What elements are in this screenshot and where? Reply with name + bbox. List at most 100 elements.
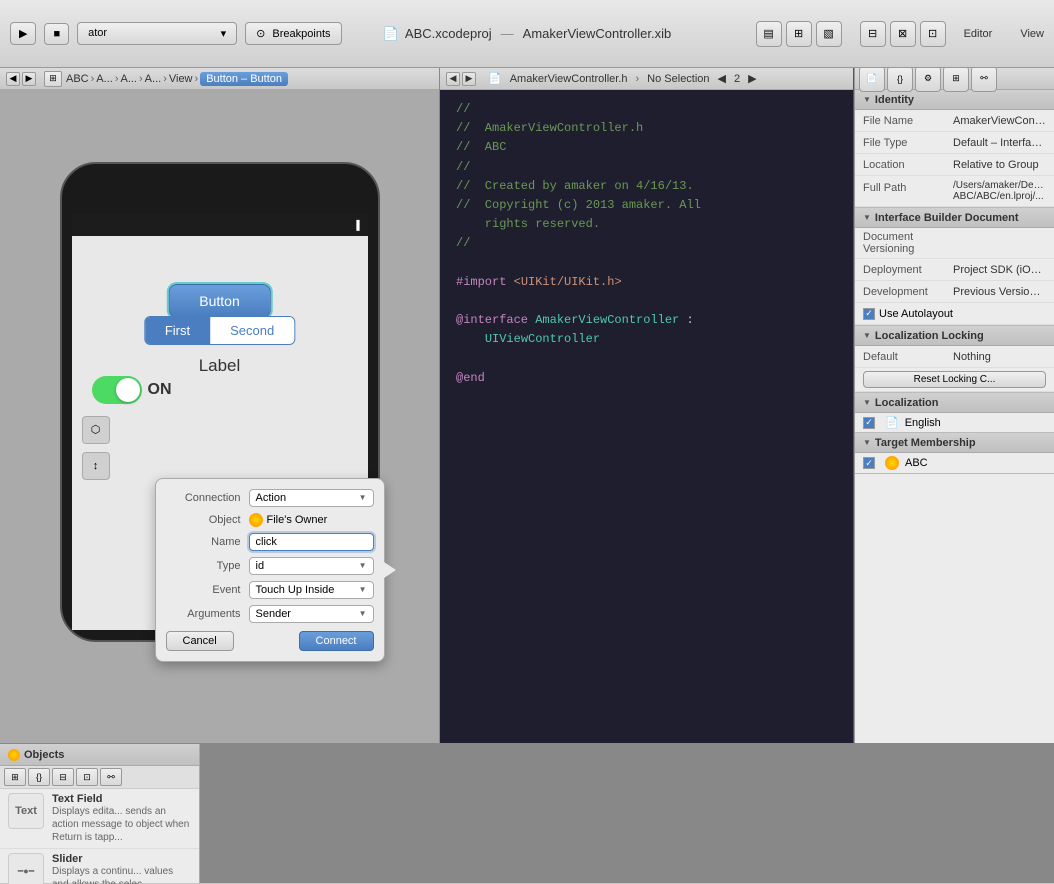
- text-field-desc: Displays edita... sends an action messag…: [52, 805, 191, 844]
- slider-thumb: ━●━: [8, 853, 44, 884]
- locking-section: ▼ Localization Locking Default Nothing R…: [855, 326, 1054, 393]
- code-line-blank3: [456, 349, 837, 368]
- code-forward-button[interactable]: ▶: [462, 72, 476, 86]
- bc-abc-label: ABC: [66, 73, 89, 85]
- insp-link-btn[interactable]: {}: [887, 68, 913, 92]
- bc-a2-label: A...: [120, 73, 137, 85]
- locking-reset-row: Reset Locking C...: [855, 368, 1054, 392]
- obj-all-btn[interactable]: ⊞: [4, 768, 26, 786]
- split-editor-btn[interactable]: ⊞: [786, 21, 812, 47]
- location-label: Location: [863, 159, 953, 171]
- english-label: English: [905, 417, 941, 429]
- deployment-row: Deployment Project SDK (iOS 6...: [855, 259, 1054, 281]
- segmented-control[interactable]: First Second: [144, 316, 295, 345]
- slider-desc: Displays a continu... values and allows …: [52, 865, 191, 884]
- event-dropdown[interactable]: Touch Up Inside ▼: [249, 581, 374, 599]
- event-arrow: ▼: [359, 585, 367, 594]
- arrow-icon[interactable]: ↕: [82, 452, 110, 480]
- obj-media-btn[interactable]: ⊡: [76, 768, 98, 786]
- file-type-label: File Type: [863, 137, 953, 149]
- connection-label: Connection: [166, 492, 241, 504]
- no-selection: No Selection: [647, 73, 709, 85]
- ib-forward-button[interactable]: ▶: [22, 72, 36, 86]
- text-field-title: Text Field: [52, 793, 191, 805]
- objects-header: Objects: [0, 744, 199, 766]
- bc-a1: A...: [96, 73, 113, 85]
- code-path-sep: ›: [636, 73, 640, 85]
- doc-versioning-row: Document Versioning: [855, 228, 1054, 259]
- localization-triangle: ▼: [863, 398, 871, 407]
- english-checkbox[interactable]: ✓: [863, 417, 875, 429]
- navigator-btn[interactable]: ⊟: [860, 21, 886, 47]
- insp-size-btn[interactable]: ⊞: [943, 68, 969, 92]
- run-button[interactable]: ▶: [10, 22, 36, 45]
- arguments-dropdown[interactable]: Sender ▼: [249, 605, 374, 623]
- right-editor-btn[interactable]: ▧: [816, 21, 842, 47]
- bottom-area: Objects ⊞ {} ⊟ ⊡ ⚯ Text Text Field Displ…: [0, 743, 1054, 883]
- bc-sep1: ›: [91, 73, 95, 85]
- bc-button[interactable]: Button – Button: [200, 72, 288, 86]
- code-file-icon: 📄: [488, 72, 502, 85]
- insp-file-btn[interactable]: 📄: [859, 68, 885, 92]
- view-label: View: [1020, 28, 1044, 40]
- development-value: Previous Version (...: [953, 286, 1046, 298]
- obj-code-btn[interactable]: ⚯: [100, 768, 122, 786]
- localization-title: Localization: [875, 397, 939, 409]
- name-input[interactable]: click: [249, 533, 374, 551]
- connection-value: Action: [256, 492, 287, 504]
- objects-toolbar: ⊞ {} ⊟ ⊡ ⚯: [0, 766, 199, 789]
- dialog-row-connection: Connection Action ▼: [166, 489, 374, 507]
- seg-first[interactable]: First: [145, 317, 210, 344]
- inspector-toolbar: 📄 {} ⚙ ⊞ ⚯: [855, 68, 1054, 90]
- canvas-button[interactable]: Button: [168, 284, 270, 318]
- canvas-button-label: Button: [199, 293, 239, 309]
- dialog-arrow: [384, 562, 396, 578]
- debug-btn[interactable]: ⊠: [890, 21, 916, 47]
- code-content[interactable]: // // AmakerViewController.h // ABC // /…: [440, 90, 853, 743]
- ib-back-button[interactable]: ◀: [6, 72, 20, 86]
- titlebar-left: ▶ ■ ator ▾ ⊙ Breakpoints: [10, 22, 342, 45]
- code-nav-btn[interactable]: ▶: [748, 72, 756, 85]
- obj-filter-btn[interactable]: {}: [28, 768, 50, 786]
- battery-icon: ▐: [353, 220, 359, 230]
- cancel-button[interactable]: Cancel: [166, 631, 234, 651]
- simulator-selector[interactable]: ator ▾: [77, 22, 237, 45]
- bc-a2: A...: [120, 73, 137, 85]
- breakpoints-button[interactable]: ⊙ Breakpoints: [245, 22, 341, 45]
- code-line-blank: [456, 254, 837, 273]
- stop-button[interactable]: ■: [44, 23, 69, 45]
- bc-button-label: Button – Button: [206, 73, 282, 85]
- connection-dropdown[interactable]: Action ▼: [249, 489, 374, 507]
- dialog-row-type: Type id ▼: [166, 557, 374, 575]
- insp-link2-btn[interactable]: ⚯: [971, 68, 997, 92]
- code-line-1: //: [456, 100, 837, 119]
- connect-button[interactable]: Connect: [299, 631, 374, 651]
- insp-gear-btn[interactable]: ⚙: [915, 68, 941, 92]
- abc-target-icon: [885, 456, 899, 470]
- abc-checkbox[interactable]: ✓: [863, 457, 875, 469]
- ib-view-btn[interactable]: ⊞: [44, 71, 62, 87]
- slider-info: Slider Displays a continu... values and …: [52, 853, 191, 884]
- bc-sep4: ›: [163, 73, 167, 85]
- file-name: AmakerViewController.xib: [523, 26, 672, 41]
- cube-icon[interactable]: ⬡: [82, 416, 110, 444]
- seg-second-label: Second: [230, 323, 274, 338]
- target-header: ▼ Target Membership: [855, 433, 1054, 453]
- ib-breadcrumb: ABC › A... › A... › A... › View: [66, 68, 433, 90]
- locking-triangle: ▼: [863, 331, 871, 340]
- reset-locking-button[interactable]: Reset Locking C...: [863, 371, 1046, 388]
- obj-list-btn[interactable]: ⊟: [52, 768, 74, 786]
- type-dropdown[interactable]: id ▼: [249, 557, 374, 575]
- autolayout-checkbox[interactable]: ✓: [863, 308, 875, 320]
- left-editor-btn[interactable]: ▤: [756, 21, 782, 47]
- toggle-track[interactable]: [92, 376, 142, 404]
- ib-doc-header: ▼ Interface Builder Document: [855, 208, 1054, 228]
- ib-toolbar: ◀ ▶ ⊞ ABC › A... › A... › A...: [0, 68, 439, 90]
- editor-label: Editor: [964, 28, 993, 40]
- code-line-8: //: [456, 234, 837, 253]
- bc-a3-label: A...: [145, 73, 162, 85]
- code-line-import: #import <UIKit/UIKit.h>: [456, 273, 837, 292]
- inspector-btn[interactable]: ⊡: [920, 21, 946, 47]
- seg-second[interactable]: Second: [210, 317, 294, 344]
- code-back-button[interactable]: ◀: [446, 72, 460, 86]
